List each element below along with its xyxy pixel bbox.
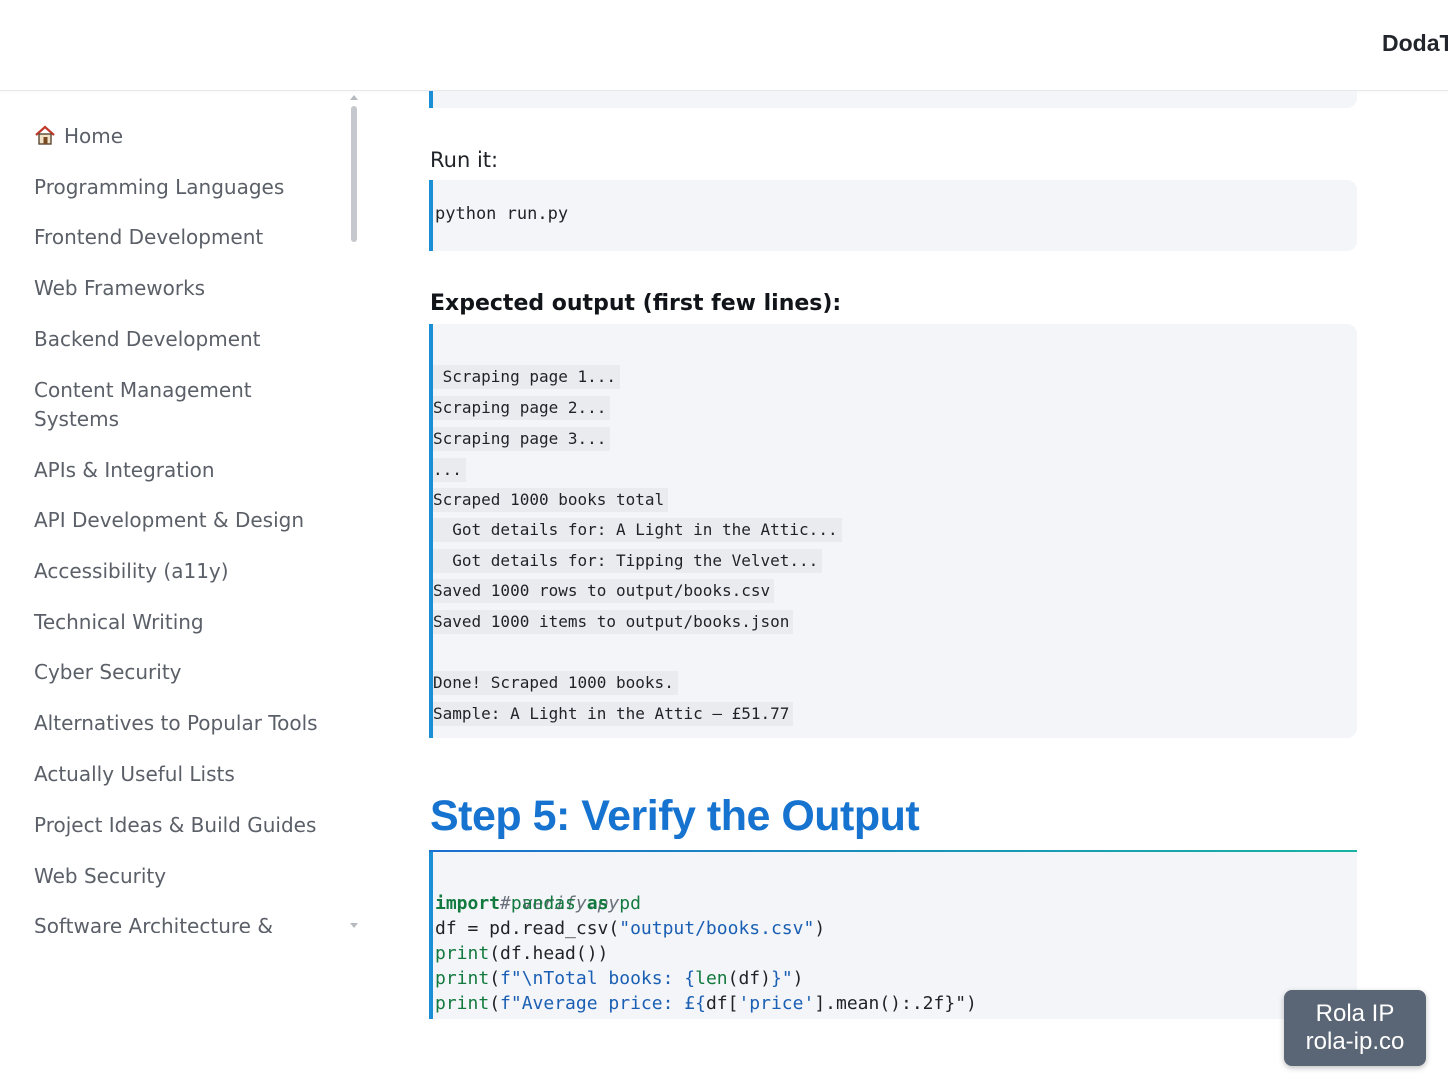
bottom-fade: [0, 1019, 1448, 1086]
code-text: ].mean():.2f}"): [814, 993, 977, 1014]
sidebar-item-label: Web Security: [34, 864, 167, 888]
sidebar-item-15[interactable]: Software Architecture &: [34, 912, 334, 933]
sidebar-item-label: Content Management Systems: [34, 378, 252, 431]
code-text: (df): [727, 968, 771, 989]
sidebar-item-label: Cyber Security: [34, 660, 182, 684]
sidebar-item-13[interactable]: Project Ideas & Build Guides: [34, 811, 334, 840]
output-line: Scraping page 1...: [433, 365, 621, 389]
sidebar-item-2[interactable]: Frontend Development: [34, 223, 334, 252]
keyword-as: as: [586, 893, 609, 914]
sidebar-item-label: Programming Languages: [34, 175, 285, 199]
code-line-5: print(f"\nTotal books: {len(df)}"): [435, 966, 804, 991]
code-line-3: df = pd.read_csv("output/books.csv"): [435, 916, 825, 941]
code-text: (: [489, 968, 501, 989]
sidebar-item-8[interactable]: Accessibility (a11y): [34, 557, 334, 586]
output-line: Saved 1000 rows to output/books.csv: [433, 579, 775, 603]
sidebar-item-label: Backend Development: [34, 327, 261, 351]
scrollbar-thumb[interactable]: [351, 106, 357, 242]
expected-output-block: Scraping page 1... Scraping page 2... Scra…: [429, 324, 1357, 738]
sidebar-item-0[interactable]: Home: [34, 122, 334, 151]
sidebar-item-5[interactable]: Content Management Systems: [34, 376, 334, 434]
output-line: ...: [433, 458, 466, 482]
run-command-block: python run.py: [429, 180, 1357, 251]
code-builtin: print: [435, 943, 490, 964]
code-string: 'price': [738, 993, 815, 1014]
output-line: Got details for: Tipping the Velvet...: [433, 549, 823, 573]
code-builtin: print: [435, 968, 490, 989]
output-line: Scraped 1000 books total: [433, 488, 669, 512]
code-string: f"Average price: £{: [500, 993, 706, 1014]
output-line: Saved 1000 items to output/books.json: [433, 610, 794, 634]
code-text: (: [489, 993, 501, 1014]
output-line: Scraping page 2...: [433, 396, 611, 420]
sidebar-item-7[interactable]: API Development & Design: [34, 506, 334, 535]
badge-title: Rola IP: [1315, 1000, 1395, 1027]
sidebar-item-label: Accessibility (a11y): [34, 559, 229, 583]
sidebar-item-label: Technical Writing: [34, 610, 204, 634]
run-command: python run.py: [435, 204, 569, 224]
code-text: ): [792, 968, 804, 989]
sidebar-item-1[interactable]: Programming Languages: [34, 173, 334, 202]
sidebar-item-3[interactable]: Web Frameworks: [34, 274, 334, 303]
scroll-up-arrow-icon[interactable]: [350, 95, 358, 100]
sidebar-item-label: Alternatives to Popular Tools: [34, 711, 318, 735]
output-line: Got details for: A Light in the Attic...: [433, 518, 842, 542]
verify-code-block: # verify.py import pandas as pd df = pd.…: [429, 852, 1357, 1019]
sidebar-scrollbar[interactable]: [347, 92, 361, 932]
code-line-6: print(f"Average price: £{df['price'].mea…: [435, 991, 977, 1016]
code-line-4: print(df.head()): [435, 941, 608, 966]
house-icon: [34, 124, 56, 146]
module-alias: pd: [619, 893, 641, 914]
code-builtin: len: [695, 968, 728, 989]
previous-code-block: [429, 91, 1357, 108]
step-5-heading: Step 5: Verify the Output: [430, 792, 920, 840]
sidebar-item-label: Frontend Development: [34, 225, 264, 249]
output-line: Scraping page 3...: [433, 427, 611, 451]
output-line: Done! Scraped 1000 books.: [433, 671, 678, 695]
sidebar-item-label: Actually Useful Lists: [34, 762, 235, 786]
code-text: (df.head()): [489, 943, 609, 964]
keyword-import: import: [435, 893, 501, 914]
sidebar-item-12[interactable]: Actually Useful Lists: [34, 760, 334, 789]
site-brand[interactable]: DodaT: [1382, 30, 1448, 57]
sidebar-item-label: Web Frameworks: [34, 276, 206, 300]
run-it-label: Run it:: [430, 148, 499, 172]
code-string: f"\nTotal books: {: [500, 968, 696, 989]
badge-subtitle: rola-ip.co: [1305, 1028, 1405, 1055]
module-name: pandas: [510, 893, 576, 914]
output-line: Sample: A Light in the Attic – £51.77: [433, 702, 794, 726]
top-header: DodaT: [0, 0, 1448, 91]
scroll-down-arrow-icon[interactable]: [350, 923, 358, 928]
code-text: ): [814, 918, 826, 939]
sidebar-nav: Home Programming Languages Frontend Develo…: [0, 91, 362, 933]
code-string: }": [770, 968, 793, 989]
sidebar-item-label: Project Ideas & Build Guides: [34, 813, 317, 837]
expected-output-heading: Expected output (first few lines):: [430, 291, 842, 316]
code-builtin: print: [435, 993, 490, 1014]
sidebar-item-10[interactable]: Cyber Security: [34, 658, 334, 687]
sidebar-item-label: Home: [64, 124, 124, 148]
sidebar-item-4[interactable]: Backend Development: [34, 325, 334, 354]
code-text: df = pd.read_csv(: [435, 918, 620, 939]
sidebar-item-label: API Development & Design: [34, 508, 304, 532]
watermark-badge: Rola IP rola-ip.co: [1284, 990, 1426, 1066]
sidebar-item-14[interactable]: Web Security: [34, 862, 334, 891]
sidebar-item-9[interactable]: Technical Writing: [34, 608, 334, 637]
main-content: Run it: python run.py Expected output (f…: [429, 91, 1359, 1019]
sidebar-item-6[interactable]: APIs & Integration: [34, 456, 334, 485]
sidebar-item-11[interactable]: Alternatives to Popular Tools: [34, 709, 334, 738]
sidebar-item-label: Software Architecture &: [34, 914, 273, 933]
code-text: df[: [705, 993, 739, 1014]
code-line-2: import pandas as pd: [435, 891, 641, 916]
code-string: "output/books.csv": [619, 918, 815, 939]
sidebar-item-label: APIs & Integration: [34, 458, 215, 482]
